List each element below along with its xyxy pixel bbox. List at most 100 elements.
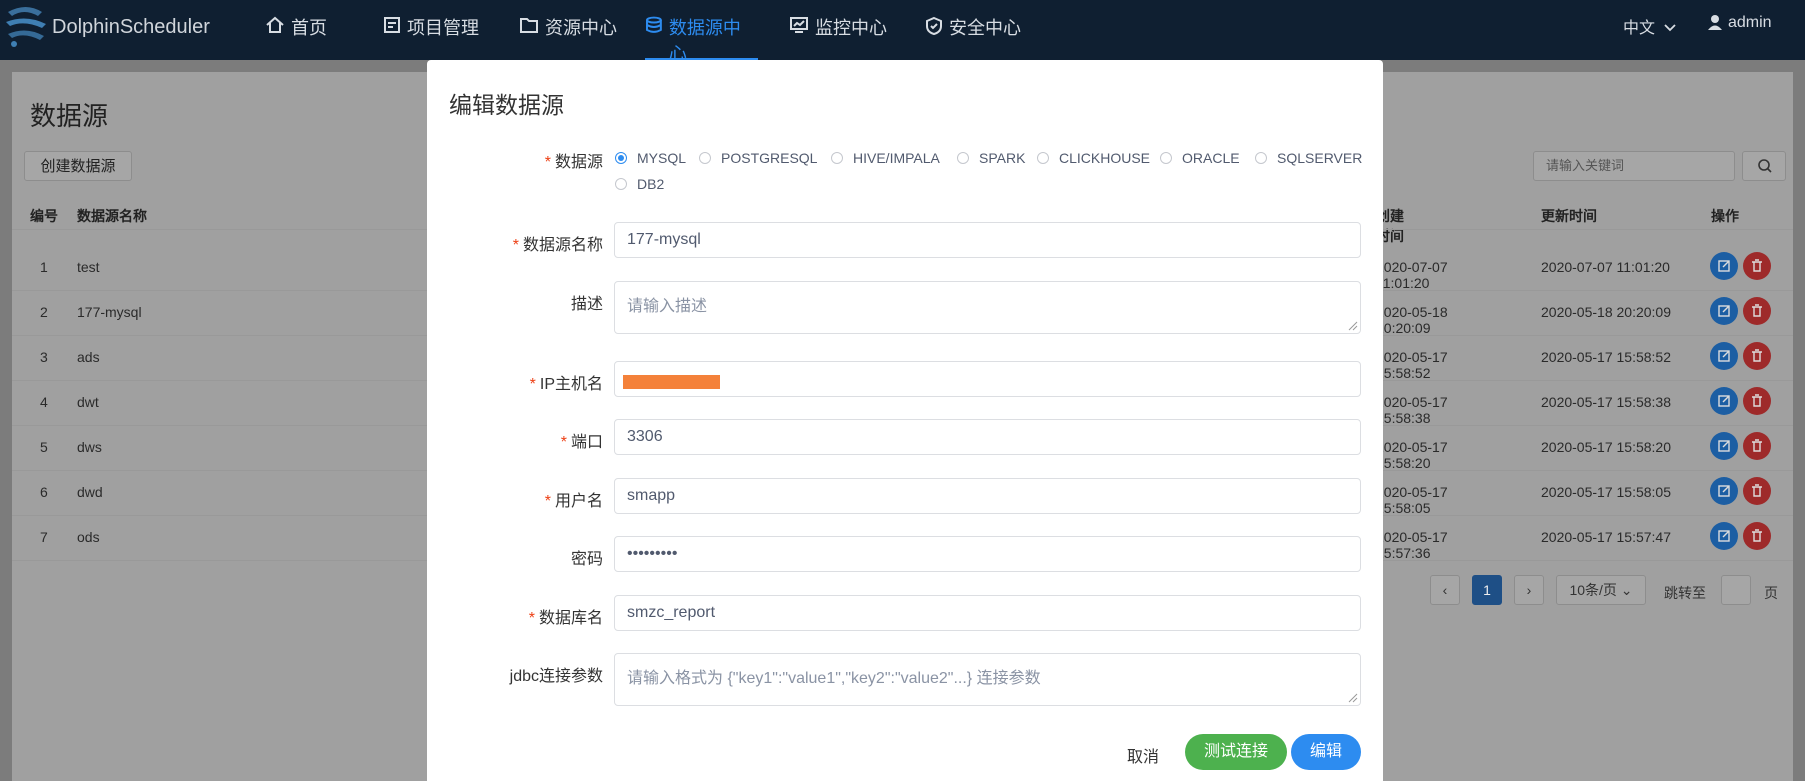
row-updated-time: 2020-05-17 15:58:05 bbox=[1541, 484, 1671, 500]
row-delete-button[interactable] bbox=[1743, 477, 1771, 505]
jump-input[interactable] bbox=[1721, 575, 1751, 605]
nav-security[interactable]: 安全中心 bbox=[925, 14, 1021, 60]
test-connection-button[interactable]: 测试连接 bbox=[1185, 734, 1287, 770]
nav-resources-label: 资源中心 bbox=[545, 18, 617, 38]
submit-edit-button[interactable]: 编辑 bbox=[1291, 734, 1361, 770]
radio-circle[interactable] bbox=[1255, 152, 1267, 164]
jdbc-params-textarea[interactable]: 请输入格式为 {"key1":"value1","key2":"value2".… bbox=[614, 653, 1361, 706]
edit-icon bbox=[1718, 260, 1730, 272]
edit-icon bbox=[1718, 305, 1730, 317]
database-name-input[interactable]: smzc_report bbox=[614, 595, 1361, 631]
row-delete-button[interactable] bbox=[1743, 432, 1771, 460]
radio-circle[interactable] bbox=[615, 152, 627, 164]
row-edit-button[interactable] bbox=[1710, 342, 1738, 370]
redaction-mark bbox=[623, 375, 720, 389]
create-datasource-button[interactable]: 创建数据源 bbox=[24, 151, 132, 181]
datasource-option-postgresql[interactable]: POSTGRESQL bbox=[699, 150, 817, 166]
row-created-time: 2020-05-17 15:58:38 bbox=[1376, 394, 1448, 426]
password-input[interactable]: ••••••••• bbox=[614, 536, 1361, 572]
radio-circle[interactable] bbox=[699, 152, 711, 164]
radio-label: DB2 bbox=[637, 176, 665, 192]
nav-security-label: 安全中心 bbox=[949, 18, 1021, 38]
search-input[interactable]: 请输入关键词 bbox=[1533, 151, 1735, 181]
description-textarea[interactable]: 请输入描述 bbox=[614, 281, 1361, 334]
row-edit-button[interactable] bbox=[1710, 297, 1738, 325]
datasource-option-clickhouse[interactable]: CLICKHOUSE bbox=[1037, 150, 1150, 166]
row-name: ods bbox=[77, 529, 100, 545]
datasource-option-oracle[interactable]: ORACLE bbox=[1160, 150, 1240, 166]
username-input[interactable]: smapp bbox=[614, 478, 1361, 514]
edit-icon bbox=[1718, 350, 1730, 362]
row-delete-button[interactable] bbox=[1743, 252, 1771, 280]
radio-circle[interactable] bbox=[957, 152, 969, 164]
row-edit-button[interactable] bbox=[1710, 252, 1738, 280]
column-header-id: 编号 bbox=[30, 208, 58, 224]
cancel-button[interactable]: 取消 bbox=[1127, 743, 1159, 767]
radio-circle[interactable] bbox=[615, 178, 627, 190]
datasource-option-hive-impala[interactable]: HIVE/IMPALA bbox=[831, 150, 940, 166]
row-updated-time: 2020-05-17 15:58:52 bbox=[1541, 349, 1671, 365]
user-menu[interactable]: admin bbox=[1708, 14, 1772, 32]
datasource-type-label: * 数据源 bbox=[544, 154, 603, 171]
radio-circle[interactable] bbox=[1037, 152, 1049, 164]
radio-circle[interactable] bbox=[1160, 152, 1172, 164]
trash-icon bbox=[1752, 529, 1762, 542]
row-updated-time: 2020-05-17 15:58:20 bbox=[1541, 439, 1671, 455]
nav-datasource[interactable]: 数据源中心 bbox=[645, 14, 758, 64]
radio-circle[interactable] bbox=[831, 152, 843, 164]
datasource-option-db2[interactable]: DB2 bbox=[615, 176, 664, 192]
search-button[interactable] bbox=[1742, 151, 1786, 181]
row-delete-button[interactable] bbox=[1743, 297, 1771, 325]
row-created-time: 2020-05-18 20:20:09 bbox=[1376, 304, 1448, 336]
description-label: 描述 bbox=[570, 296, 603, 313]
row-updated-time: 2020-05-17 15:58:38 bbox=[1541, 394, 1671, 410]
row-edit-button[interactable] bbox=[1710, 522, 1738, 550]
datasource-option-sqlserver[interactable]: SQLSERVER bbox=[1255, 150, 1362, 166]
nav-projects[interactable]: 项目管理 bbox=[383, 14, 479, 60]
row-delete-button[interactable] bbox=[1743, 342, 1771, 370]
row-delete-button[interactable] bbox=[1743, 522, 1771, 550]
row-created-time: 2020-05-17 15:58:52 bbox=[1376, 349, 1448, 381]
jump-label: 跳转至 bbox=[1664, 585, 1706, 601]
row-id: 5 bbox=[40, 439, 48, 455]
pager-prev-button[interactable]: ‹ bbox=[1430, 575, 1460, 605]
pager-next-button[interactable]: › bbox=[1514, 575, 1544, 605]
row-edit-button[interactable] bbox=[1710, 432, 1738, 460]
nav-monitor[interactable]: 监控中心 bbox=[789, 14, 887, 60]
row-delete-button[interactable] bbox=[1743, 387, 1771, 415]
folder-icon bbox=[520, 18, 538, 33]
trash-icon bbox=[1752, 484, 1762, 497]
nav-resources[interactable]: 资源中心 bbox=[519, 14, 617, 60]
edit-icon bbox=[1718, 485, 1730, 497]
pager-page-1[interactable]: 1 bbox=[1472, 575, 1502, 605]
monitor-icon bbox=[790, 17, 808, 33]
row-name: dwt bbox=[77, 394, 99, 410]
row-edit-button[interactable] bbox=[1710, 477, 1738, 505]
row-created-time: 2020-05-17 15:58:05 bbox=[1376, 484, 1448, 516]
resize-grip-icon[interactable] bbox=[1348, 693, 1358, 703]
dolphin-logo-icon bbox=[6, 7, 46, 47]
host-input[interactable] bbox=[614, 361, 1361, 397]
search-icon bbox=[1758, 159, 1772, 173]
name-label: * 数据源名称 bbox=[512, 237, 603, 254]
datasource-option-spark[interactable]: SPARK bbox=[957, 150, 1025, 166]
row-id: 4 bbox=[40, 394, 48, 410]
host-label: * IP主机名 bbox=[529, 376, 603, 393]
row-created-time: 2020-05-17 15:58:20 bbox=[1376, 439, 1448, 471]
datasource-name-input[interactable]: 177-mysql bbox=[614, 222, 1361, 258]
port-input[interactable]: 3306 bbox=[614, 419, 1361, 455]
edit-datasource-dialog: 编辑数据源 * 数据源 MYSQL POSTGRESQL HIVE/IMPALA SPA… bbox=[427, 60, 1383, 781]
row-name: ads bbox=[77, 349, 100, 365]
datasource-option-mysql[interactable]: MYSQL bbox=[615, 150, 686, 166]
nav-datasource-label: 数据源中心 bbox=[668, 18, 741, 64]
project-icon bbox=[384, 17, 400, 33]
language-switch[interactable]: 中文 bbox=[1623, 14, 1677, 38]
resize-grip-icon[interactable] bbox=[1348, 321, 1358, 331]
dialog-title: 编辑数据源 bbox=[449, 92, 564, 118]
description-placeholder: 请输入描述 bbox=[627, 298, 708, 315]
row-edit-button[interactable] bbox=[1710, 387, 1738, 415]
row-updated-time: 2020-05-18 20:20:09 bbox=[1541, 304, 1671, 320]
nav-home[interactable]: 首页 bbox=[265, 14, 327, 60]
page-size-select[interactable]: 10条/页 ⌄ bbox=[1556, 575, 1646, 605]
row-id: 1 bbox=[40, 259, 48, 275]
